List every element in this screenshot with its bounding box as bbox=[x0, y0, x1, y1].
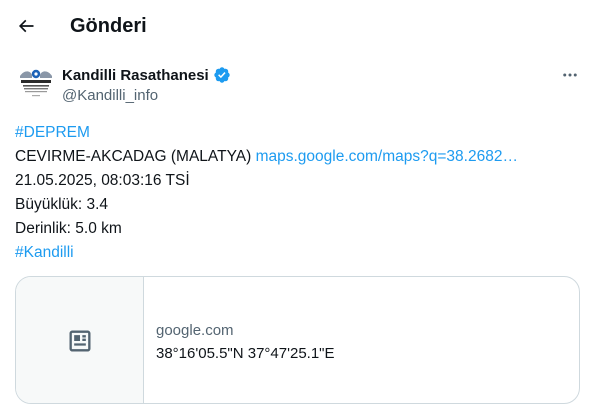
top-bar: Gönderi bbox=[0, 0, 599, 53]
avatar[interactable] bbox=[16, 66, 56, 106]
card-title: 38°16'05.5"N 37°47'25.1"E bbox=[156, 345, 335, 362]
magnitude-text: Büyüklük: 3.4 bbox=[15, 196, 109, 213]
depth-text: Derinlik: 5.0 km bbox=[15, 220, 122, 237]
page-title: Gönderi bbox=[70, 15, 147, 37]
article-icon bbox=[69, 330, 90, 352]
author-name[interactable]: Kandilli Rasathanesi bbox=[62, 66, 209, 85]
card-thumbnail bbox=[16, 277, 144, 403]
more-horizontal-icon bbox=[563, 73, 577, 77]
tweet-text: #DEPREM CEVIRME-AKCADAG (MALATYA) maps.g… bbox=[15, 121, 585, 265]
map-link[interactable]: maps.google.com/maps?q=38.2682… bbox=[256, 148, 518, 165]
author-handle[interactable]: @Kandilli_info bbox=[62, 86, 158, 105]
link-preview-card[interactable]: google.com 38°16'05.5"N 37°47'25.1"E bbox=[15, 276, 580, 404]
back-button[interactable] bbox=[8, 8, 44, 44]
more-options-button[interactable] bbox=[558, 64, 582, 86]
arrow-left-icon bbox=[18, 19, 34, 33]
datetime-text: 21.05.2025, 08:03:16 TSİ bbox=[15, 172, 190, 189]
location-text: CEVIRME-AKCADAG (MALATYA) bbox=[15, 148, 256, 165]
hashtag-kandilli[interactable]: #Kandilli bbox=[15, 244, 74, 261]
verified-badge-icon bbox=[214, 67, 230, 83]
card-domain: google.com bbox=[156, 322, 234, 339]
hashtag-deprem[interactable]: #DEPREM bbox=[15, 124, 90, 141]
